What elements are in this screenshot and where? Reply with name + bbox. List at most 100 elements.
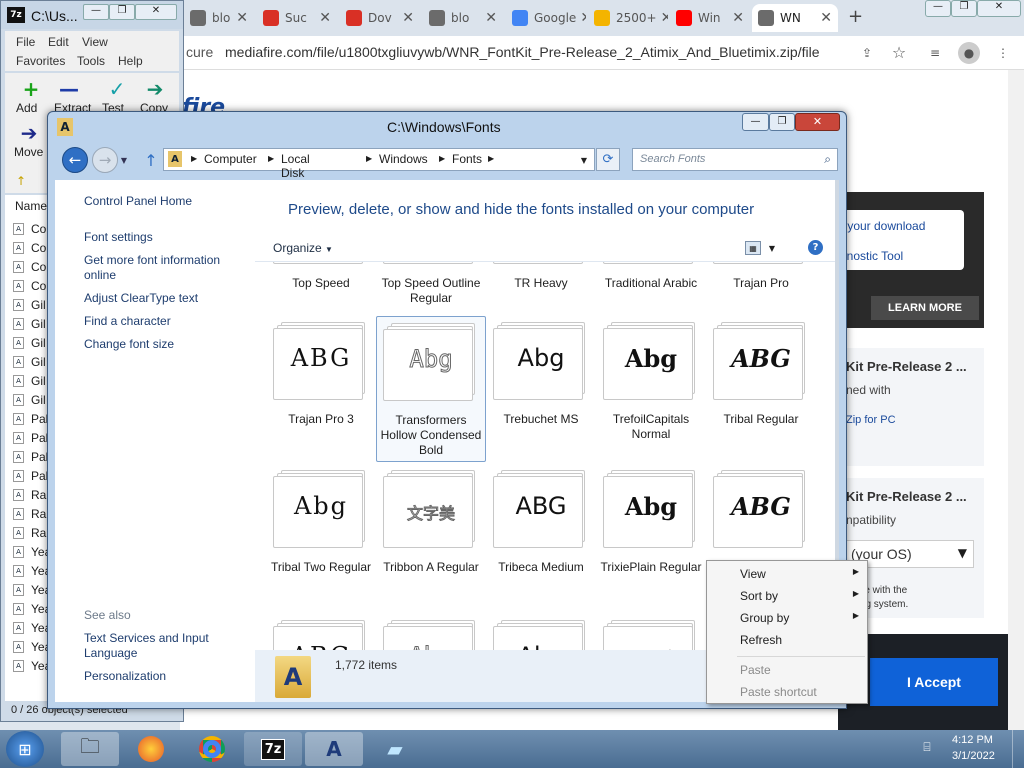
sevenzip-menu-item[interactable]: View — [82, 35, 108, 49]
tab-close-icon[interactable]: ✕ — [728, 10, 744, 26]
text-services-link[interactable]: Text Services and Input Language — [84, 631, 224, 661]
forward-arrow-icon[interactable]: → — [92, 147, 118, 173]
maximize-button[interactable]: ❐ — [769, 113, 795, 131]
breadcrumb-separator-icon[interactable]: ▶ — [268, 154, 274, 163]
breadcrumb-separator-icon[interactable]: ▶ — [488, 154, 494, 163]
search-input[interactable]: Search Fonts ⌕ — [632, 148, 838, 171]
view-chevron-icon[interactable]: ▼ — [767, 242, 777, 254]
font-item[interactable]: ABG Tribeca Medium — [486, 464, 596, 604]
folder-up-icon[interactable]: ↑ — [13, 173, 29, 189]
security-indicator[interactable]: cure — [186, 44, 213, 60]
find-character-link[interactable]: Find a character — [84, 314, 244, 329]
font-item[interactable]: Top Speed Outline Regular — [376, 262, 486, 320]
browser-close-button[interactable]: ✕ — [977, 0, 1021, 17]
sevenzip-menu-item[interactable]: Help — [118, 54, 143, 68]
profile-avatar-icon[interactable]: ● — [958, 42, 980, 64]
breadcrumb-item[interactable]: Fonts — [452, 152, 482, 166]
browser-minimize-button[interactable]: — — [925, 0, 951, 17]
sevenzip-minus-icon[interactable]: — — [58, 77, 80, 101]
font-item[interactable]: ABG — [266, 614, 376, 650]
sevenzip-minimize-button[interactable]: — — [83, 4, 109, 20]
browser-maximize-button[interactable]: ❐ — [951, 0, 977, 17]
bookmark-star-icon[interactable]: ☆ — [890, 43, 908, 62]
accept-button[interactable]: I Accept — [870, 658, 998, 706]
personalization-link[interactable]: Personalization — [84, 669, 244, 684]
back-arrow-icon[interactable]: ← — [62, 147, 88, 173]
tab-close-icon[interactable]: ✕ — [398, 10, 414, 26]
browser-tab[interactable]: blo ✕ — [423, 4, 503, 32]
browser-tab[interactable]: blo ✕ — [184, 4, 254, 32]
font-settings-link[interactable]: Font settings — [84, 230, 244, 245]
learn-more-button[interactable]: LEARN MORE — [871, 296, 979, 320]
font-item[interactable]: Abg Tribal Two Regular — [266, 464, 376, 604]
more-font-info-link[interactable]: Get more font information online — [84, 253, 244, 283]
breadcrumb-separator-icon[interactable]: ▶ — [366, 154, 372, 163]
font-item[interactable]: ABG Trajan Pro 3 — [266, 316, 376, 456]
card-2-title[interactable]: Kit Pre-Release 2 ... — [846, 489, 967, 504]
taskbar-firefox-icon[interactable] — [122, 732, 180, 766]
browser-tab[interactable]: Suc ✕ — [257, 4, 337, 32]
view-options-icon[interactable]: ▦ — [745, 241, 761, 255]
context-menu-item[interactable]: Group by ▶ — [707, 611, 867, 629]
sevenzip-menu-item[interactable]: Edit — [48, 35, 69, 49]
sevenzip-check-icon[interactable]: ✓ — [106, 77, 128, 101]
sevenzip-arrow-right-icon[interactable]: ➔ — [144, 77, 166, 101]
context-menu-item[interactable]: Refresh — [707, 633, 867, 651]
minimize-button[interactable]: — — [742, 113, 769, 131]
browser-tab[interactable]: WN ✕ — [752, 4, 838, 32]
recent-pages-chevron-icon[interactable]: ▼ — [118, 154, 130, 166]
font-item[interactable]: Abg Transformers Hollow Condensed Bold — [376, 316, 486, 462]
card-1-link[interactable]: Zip for PC — [846, 414, 896, 426]
tab-close-icon[interactable]: ✕ — [315, 10, 331, 26]
show-desktop-button[interactable] — [1012, 730, 1024, 768]
address-history-chevron-icon[interactable]: ▼ — [578, 154, 590, 166]
font-item[interactable]: Abg TrefoilCapitals Normal — [596, 316, 706, 456]
font-item[interactable]: ABG Tribal Regular — [706, 316, 816, 456]
sevenzip-tool-label[interactable]: Add — [16, 101, 37, 115]
font-item[interactable]: Trajan Pro — [706, 262, 816, 320]
control-panel-home-link[interactable]: Control Panel Home — [84, 194, 192, 209]
taskbar-font-viewer-icon[interactable]: A — [305, 732, 363, 766]
adjust-cleartype-link[interactable]: Adjust ClearType text — [84, 291, 244, 306]
context-menu-item[interactable]: View ▶ — [707, 567, 867, 585]
organize-button[interactable]: Organize ▼ — [273, 241, 333, 255]
help-icon[interactable]: ? — [808, 240, 823, 255]
up-arrow-icon[interactable]: ↑ — [141, 150, 161, 170]
sevenzip-menu-item[interactable]: Tools — [77, 54, 105, 68]
context-menu-item[interactable]: Paste — [707, 663, 867, 681]
browser-tab[interactable]: Win ✕ — [670, 4, 750, 32]
sevenzip-column-header[interactable]: Name — [15, 199, 47, 213]
tab-close-icon[interactable]: ✕ — [576, 10, 586, 26]
sevenzip-close-button[interactable]: ✕ — [135, 4, 177, 20]
font-item[interactable]: Abg Trebuchet MS — [486, 316, 596, 456]
taskbar-notepad-icon[interactable]: ▰ — [366, 732, 424, 766]
font-item[interactable]: Traditional Arabic — [596, 262, 706, 320]
browser-tab[interactable]: Dov ✕ — [340, 4, 420, 32]
sevenzip-tool-label[interactable]: Move — [14, 145, 43, 159]
sevenzip-menu-item[interactable]: Favorites — [16, 54, 65, 68]
breadcrumb-separator-icon[interactable]: ▶ — [439, 154, 445, 163]
browser-menu-icon[interactable]: ⋮ — [996, 44, 1010, 62]
network-tray-icon[interactable]: ⌸ — [918, 738, 936, 756]
sevenzip-arrow-right-icon[interactable]: ➔ — [18, 121, 40, 145]
taskbar-chrome-icon[interactable] — [183, 732, 241, 766]
context-menu-item[interactable]: Sort by ▶ — [707, 589, 867, 607]
browser-tab[interactable]: Google✕ — [506, 4, 586, 32]
tab-close-icon[interactable]: ✕ — [481, 10, 497, 26]
font-item[interactable]: Top Speed — [266, 262, 376, 320]
taskbar-explorer-icon[interactable]: 🗀 — [61, 732, 119, 766]
url-input[interactable]: mediafire.com/file/u1800txgliuvywb/WNR_F… — [225, 44, 819, 60]
sevenzip-maximize-button[interactable]: ❐ — [109, 4, 135, 20]
card-1-title[interactable]: Kit Pre-Release 2 ... — [846, 359, 967, 374]
font-item[interactable]: Abg — [376, 614, 486, 650]
context-menu-item[interactable]: Paste shortcut — [707, 685, 867, 703]
change-font-size-link[interactable]: Change font size — [84, 337, 244, 352]
start-button[interactable]: ⊞ — [6, 731, 44, 767]
page-scrollbar[interactable] — [1008, 70, 1024, 730]
breadcrumb-separator-icon[interactable]: ▶ — [191, 154, 197, 163]
taskbar-7zip-icon[interactable]: 7z — [244, 732, 302, 766]
font-item[interactable]: Abg TrixiePlain Regular — [596, 464, 706, 604]
breadcrumb-item[interactable]: Windows — [379, 152, 428, 166]
font-item[interactable]: Abg — [486, 614, 596, 650]
sevenzip-menu-item[interactable]: File — [16, 35, 35, 49]
